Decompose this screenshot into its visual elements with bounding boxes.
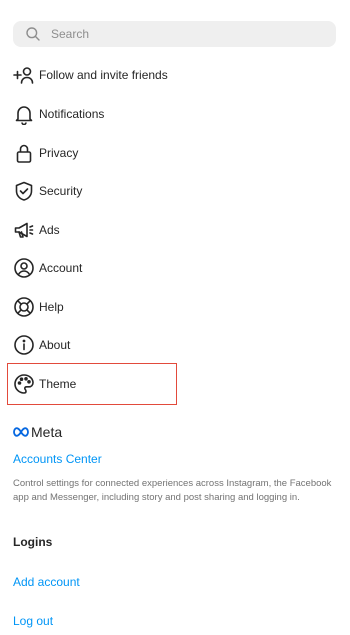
- megaphone-icon: [13, 219, 35, 241]
- shield-check-icon: [13, 180, 35, 202]
- account-circle-icon: [13, 257, 35, 279]
- bell-icon: [13, 103, 35, 125]
- menu-item-label: Theme: [39, 377, 77, 391]
- menu-item-about[interactable]: About: [13, 333, 70, 357]
- menu-item-ads[interactable]: Ads: [13, 218, 60, 242]
- menu-item-account[interactable]: Account: [13, 256, 82, 280]
- meta-logo: Meta: [13, 424, 62, 440]
- search-input[interactable]: Search: [51, 27, 89, 41]
- lock-icon: [13, 142, 35, 164]
- menu-item-label: Ads: [39, 223, 60, 237]
- search-icon: [25, 26, 41, 42]
- menu-item-privacy[interactable]: Privacy: [13, 141, 78, 165]
- palette-icon: [13, 373, 35, 395]
- menu-item-theme[interactable]: Theme: [13, 372, 76, 396]
- meta-infinity-icon: [13, 427, 29, 437]
- info-icon: [13, 334, 35, 356]
- search-bar[interactable]: Search: [13, 21, 336, 47]
- accounts-center-description: Control settings for connected experienc…: [13, 478, 332, 503]
- lifebuoy-icon: [13, 296, 35, 318]
- menu-item-label: Privacy: [39, 146, 79, 160]
- add-person-icon: [13, 64, 35, 86]
- menu-item-security[interactable]: Security: [13, 179, 82, 203]
- menu-item-label: Security: [39, 184, 83, 198]
- accounts-center-link[interactable]: Accounts Center: [13, 452, 102, 466]
- menu-item-label: About: [39, 338, 71, 352]
- logins-heading: Logins: [13, 535, 53, 549]
- meta-brand-label: Meta: [31, 424, 63, 440]
- add-account-link[interactable]: Add account: [13, 575, 80, 589]
- menu-item-label: Account: [39, 261, 83, 275]
- menu-item-follow-invite[interactable]: Follow and invite friends: [13, 63, 168, 87]
- menu-item-help[interactable]: Help: [13, 295, 64, 319]
- menu-item-label: Help: [39, 300, 64, 314]
- log-out-link[interactable]: Log out: [13, 614, 53, 628]
- menu-item-label: Follow and invite friends: [39, 68, 168, 82]
- menu-item-label: Notifications: [39, 107, 105, 121]
- menu-item-notifications[interactable]: Notifications: [13, 102, 104, 126]
